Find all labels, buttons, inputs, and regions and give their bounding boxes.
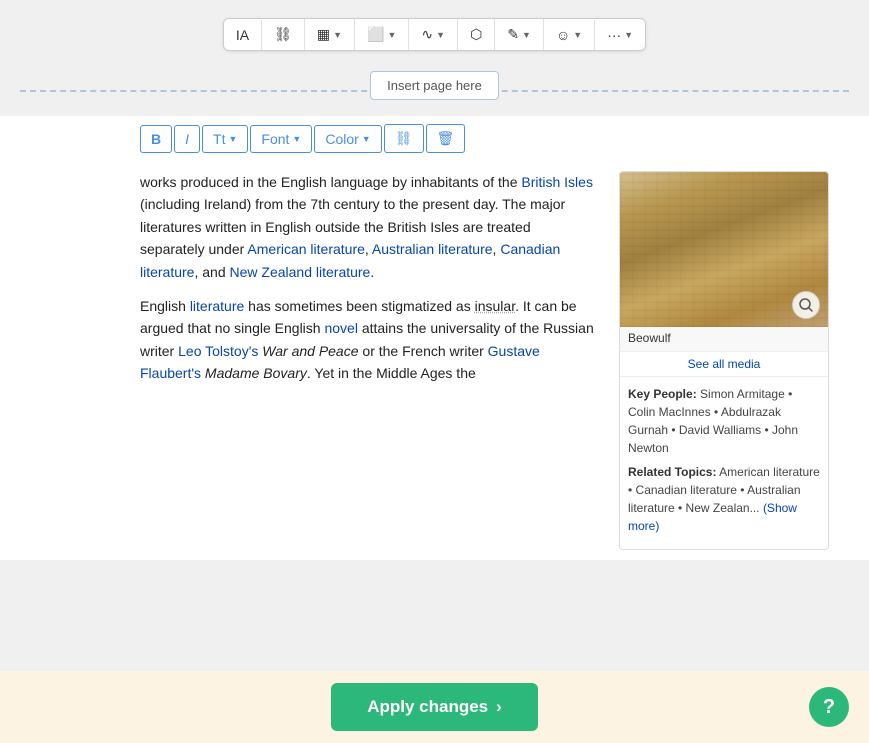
font-label: Font xyxy=(261,131,289,147)
pencil-icon: ✎ xyxy=(507,26,519,43)
pencil-tool-button[interactable]: ✎ ▼ xyxy=(495,19,544,50)
insular-word: insular xyxy=(475,298,515,314)
tolstoy-link[interactable]: Leo Tolstoy's xyxy=(178,343,258,359)
doc-caret-icon: ▼ xyxy=(333,30,342,40)
american-literature-link[interactable]: American literature xyxy=(247,241,365,257)
main-content: B I Tt ▼ Font ▼ Color ▼ ⛓ 🗑 works produc… xyxy=(0,116,869,560)
paragraph1c-text: , xyxy=(365,241,372,257)
key-people-paragraph: Key People: Simon Armitage • Colin MacIn… xyxy=(628,385,820,457)
sidebar-see-all: See all media xyxy=(620,352,828,377)
color-label: Color xyxy=(325,131,358,147)
insert-page-button[interactable]: Insert page here xyxy=(370,71,499,100)
delete-format-icon: 🗑 xyxy=(437,130,455,147)
format-toolbar: B I Tt ▼ Font ▼ Color ▼ ⛓ 🗑 xyxy=(0,116,869,161)
paragraph1f-text: . xyxy=(370,264,374,280)
insert-page-label: Insert page here xyxy=(387,78,482,93)
shapes-tool-button[interactable]: ☺ ▼ xyxy=(544,20,595,50)
paragraph2f-text: or the French writer xyxy=(359,343,488,359)
link-tool-button[interactable]: ⛓ xyxy=(262,19,305,50)
see-all-label: See all media xyxy=(688,357,761,371)
key-people-label: Key People: xyxy=(628,387,697,401)
shapes-icon: ☺ xyxy=(556,27,570,43)
british-isles-link[interactable]: British Isles xyxy=(521,174,593,190)
italic-button[interactable]: I xyxy=(174,125,200,153)
sidebar-image-caption: Beowulf xyxy=(620,327,828,352)
link-format-icon: ⛓ xyxy=(395,130,413,147)
literature-link[interactable]: literature xyxy=(190,298,244,314)
bold-button[interactable]: B xyxy=(140,125,172,153)
text-tool-button[interactable]: IA xyxy=(224,20,262,50)
font-caret-icon: ▼ xyxy=(292,134,301,144)
top-toolbar-area: IA ⛓ ▦ ▼ ⬜ ▼ ∿ ▼ ⬡ ✎ ▼ ☺ ▼ ··· ▼ xyxy=(0,0,869,63)
sidebar-card: Beowulf See all media Key People: Simon … xyxy=(619,171,829,550)
related-topics-label: Related Topics: xyxy=(628,465,716,479)
toolbar-group: IA ⛓ ▦ ▼ ⬜ ▼ ∿ ▼ ⬡ ✎ ▼ ☺ ▼ ··· ▼ xyxy=(223,18,646,51)
bovary-italic: Madame Bovary xyxy=(205,365,307,381)
delete-format-button[interactable]: 🗑 xyxy=(426,124,466,153)
color-button[interactable]: Color ▼ xyxy=(314,125,381,153)
war-peace-italic: War and Peace xyxy=(262,343,358,359)
image-tool-button[interactable]: ⬜ ▼ xyxy=(355,19,409,50)
paragraph2b-text: has sometimes been stigmatized as xyxy=(244,298,474,314)
wave-icon: ∿ xyxy=(421,26,433,43)
nz-literature-link[interactable]: New Zealand literature xyxy=(230,264,371,280)
insert-page-area: Insert page here xyxy=(0,63,869,116)
text-size-caret-icon: ▼ xyxy=(228,134,237,144)
paragraph2h-text: . Yet in the Middle Ages the xyxy=(307,365,476,381)
novel-link[interactable]: novel xyxy=(324,320,357,336)
help-label: ? xyxy=(823,696,835,719)
more-tool-button[interactable]: ··· ▼ xyxy=(595,20,645,50)
erase-icon: ⬡ xyxy=(470,26,482,43)
text-size-label: Tt xyxy=(213,131,225,147)
bottom-bar: Apply changes › ? xyxy=(0,671,869,743)
image-icon: ⬜ xyxy=(367,26,384,43)
color-caret-icon: ▼ xyxy=(362,134,371,144)
sidebar-image xyxy=(620,172,828,327)
more-icon: ··· xyxy=(607,27,621,43)
text-size-button[interactable]: Tt ▼ xyxy=(202,125,248,153)
wave-tool-button[interactable]: ∿ ▼ xyxy=(409,19,458,50)
paragraph2a-text: English xyxy=(140,298,190,314)
image-caret-icon: ▼ xyxy=(388,30,397,40)
text-tool-label: IA xyxy=(236,27,249,43)
shapes-caret-icon: ▼ xyxy=(573,30,582,40)
bold-label: B xyxy=(151,131,161,147)
italic-label: I xyxy=(185,131,189,147)
apply-changes-button[interactable]: Apply changes › xyxy=(331,683,538,731)
paragraph-1: works produced in the English language b… xyxy=(140,171,599,283)
related-topics-paragraph: Related Topics: American literature • Ca… xyxy=(628,463,820,535)
link-format-button[interactable]: ⛓ xyxy=(384,124,424,153)
doc-icon: ▦ xyxy=(317,26,330,43)
erase-tool-button[interactable]: ⬡ xyxy=(458,19,495,50)
wave-caret-icon: ▼ xyxy=(436,30,445,40)
paragraph1e-text: , and xyxy=(194,264,229,280)
pencil-caret-icon: ▼ xyxy=(522,30,531,40)
content-with-sidebar: works produced in the English language b… xyxy=(0,161,869,560)
sidebar-info: Key People: Simon Armitage • Colin MacIn… xyxy=(620,377,828,549)
link-icon: ⛓ xyxy=(274,26,292,43)
help-button[interactable]: ? xyxy=(809,687,849,727)
article-text: works produced in the English language b… xyxy=(140,171,599,550)
apply-changes-label: Apply changes xyxy=(367,697,488,717)
doc-tool-button[interactable]: ▦ ▼ xyxy=(305,19,355,50)
apply-arrow-icon: › xyxy=(496,697,502,717)
paragraph-2: English literature has sometimes been st… xyxy=(140,295,599,385)
australian-literature-link[interactable]: Australian literature xyxy=(372,241,493,257)
font-button[interactable]: Font ▼ xyxy=(250,125,312,153)
magnify-icon[interactable] xyxy=(792,291,820,319)
caption-text: Beowulf xyxy=(628,331,671,345)
paragraph1-text: works produced in the English language b… xyxy=(140,174,521,190)
more-caret-icon: ▼ xyxy=(624,30,633,40)
see-all-media-link[interactable]: See all media xyxy=(688,357,761,371)
